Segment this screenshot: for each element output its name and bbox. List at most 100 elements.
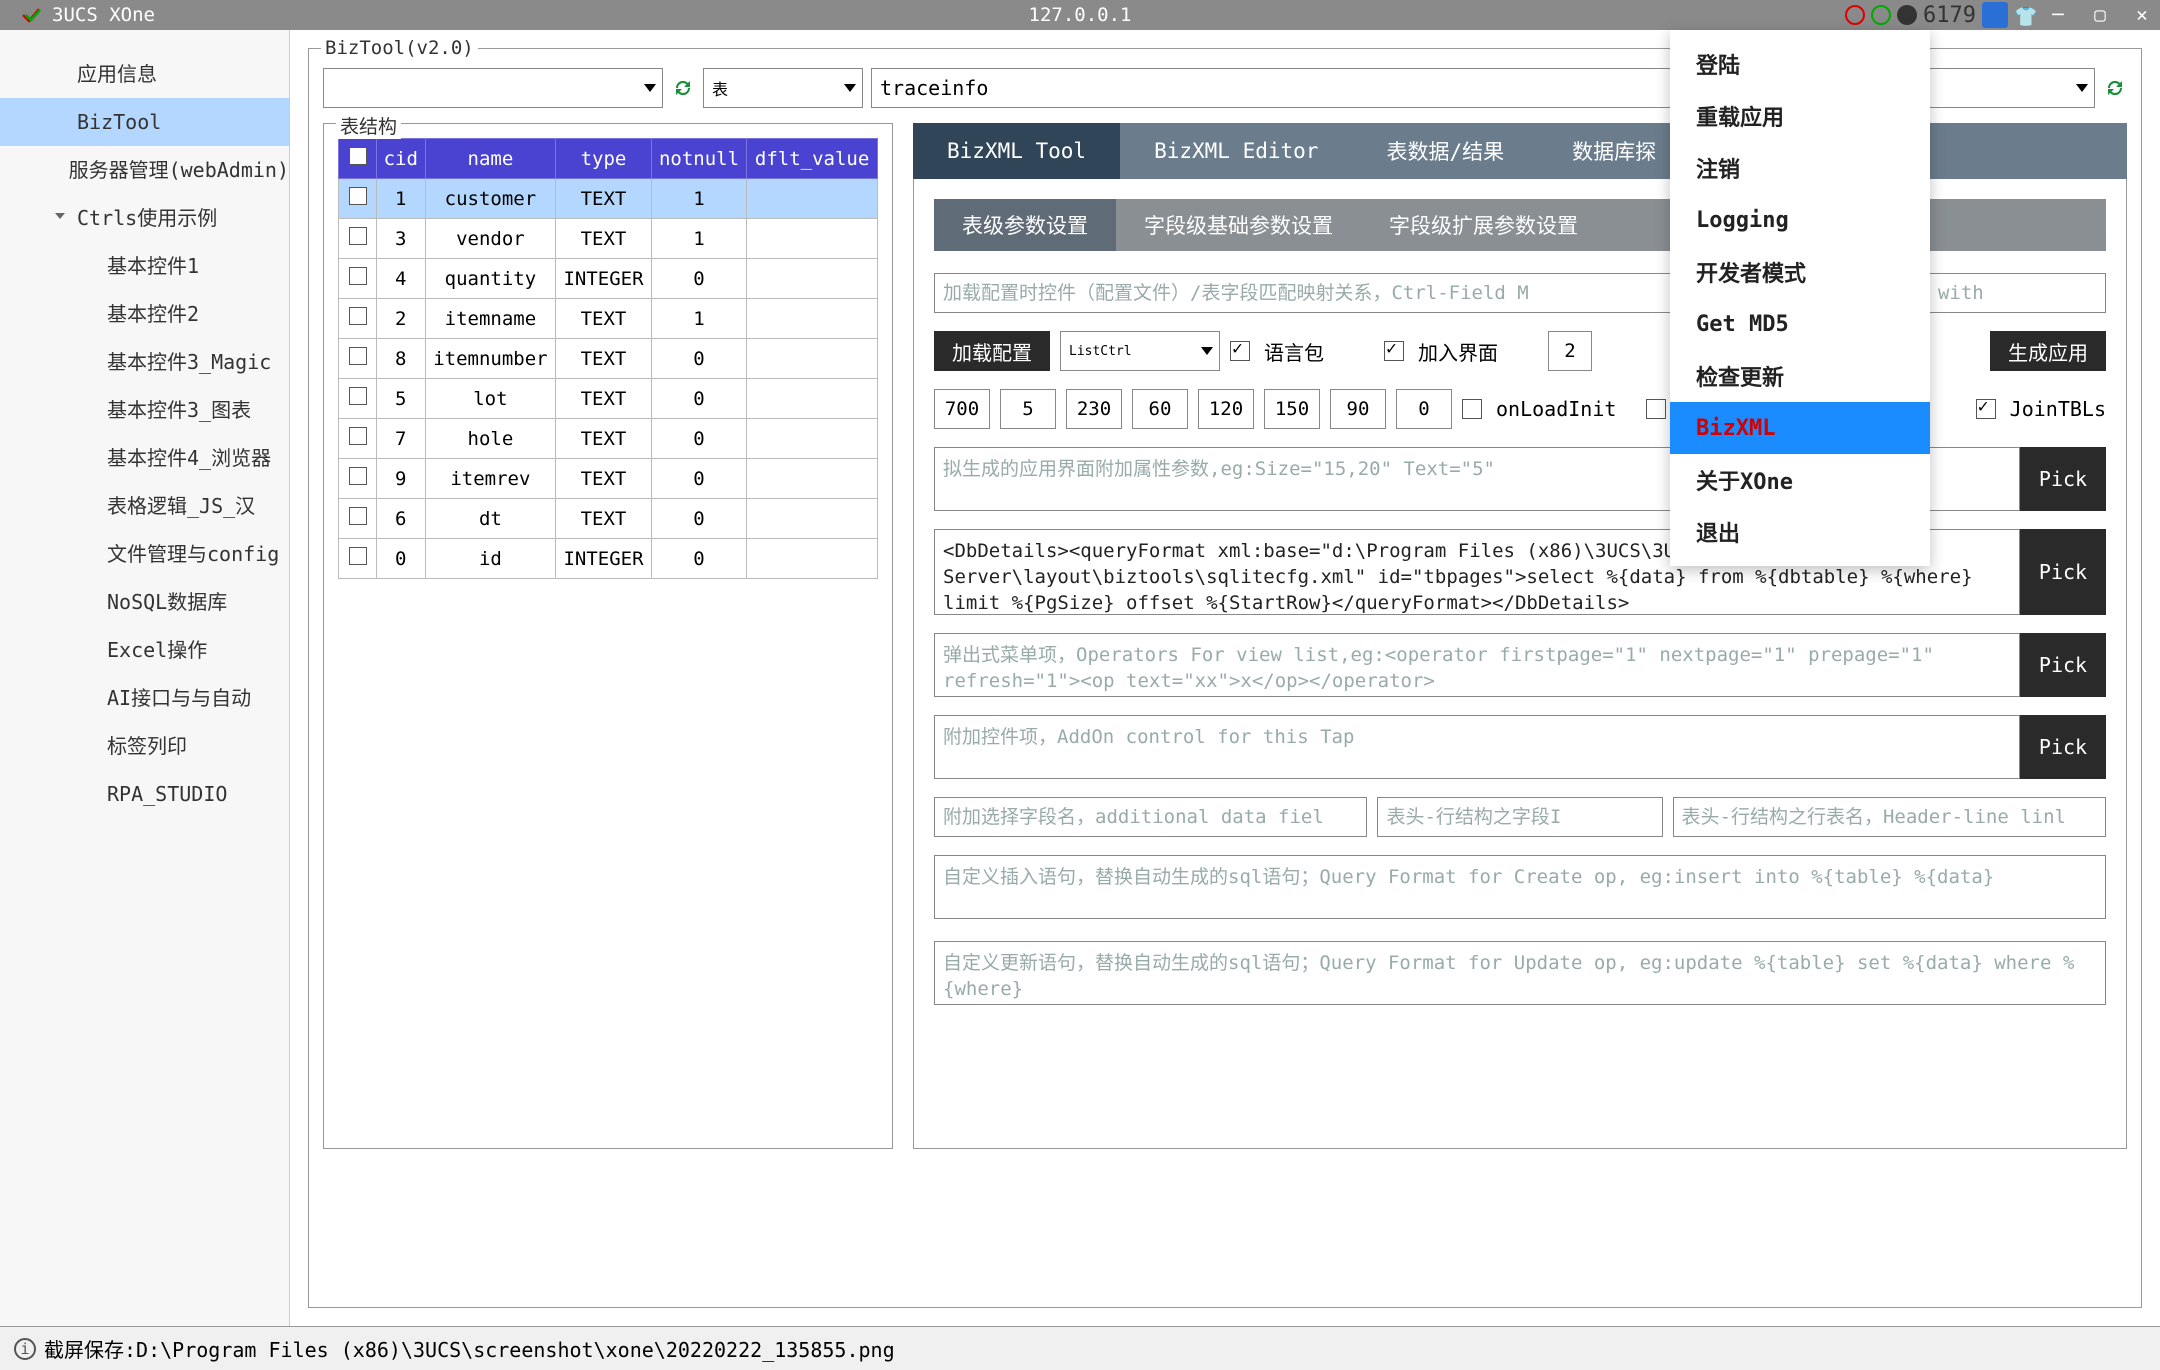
col-type[interactable]: type: [556, 139, 652, 179]
addon-input[interactable]: [934, 715, 2020, 779]
row-checkbox[interactable]: [349, 427, 367, 445]
columns-grid[interactable]: cidnametypenotnulldflt_value1customerTEX…: [338, 138, 878, 579]
tab-1[interactable]: BizXML Editor: [1120, 123, 1352, 179]
popup-menu-input[interactable]: [934, 633, 2020, 697]
table-row[interactable]: 1customerTEXT1: [339, 179, 878, 219]
pick-4-button[interactable]: Pick: [2020, 715, 2106, 779]
num-input-7[interactable]: [1396, 389, 1452, 429]
menu-item-1[interactable]: 重载应用: [1670, 90, 1930, 142]
row-checkbox[interactable]: [349, 547, 367, 565]
row-checkbox[interactable]: [349, 267, 367, 285]
table-row[interactable]: 5lotTEXT0: [339, 379, 878, 419]
sidebar-item-11[interactable]: NoSQL数据库: [0, 578, 289, 626]
row-checkbox[interactable]: [349, 187, 367, 205]
menu-item-4[interactable]: 开发者模式: [1670, 246, 1930, 298]
onload-checkbox[interactable]: [1462, 399, 1482, 419]
refresh-right-icon[interactable]: [2103, 76, 2127, 100]
num-input-2[interactable]: [1066, 389, 1122, 429]
sidebar-item-3[interactable]: Ctrls使用示例: [0, 194, 289, 242]
close-button[interactable]: ✕: [2124, 0, 2160, 30]
row-checkbox[interactable]: [349, 307, 367, 325]
tab-2[interactable]: 表数据/结果: [1352, 123, 1538, 179]
generate-app-button[interactable]: 生成应用: [1990, 331, 2106, 371]
sidebar-item-5[interactable]: 基本控件2: [0, 290, 289, 338]
lo-checkbox[interactable]: [1646, 399, 1666, 419]
status-red-icon[interactable]: [1845, 5, 1865, 25]
num-input-6[interactable]: [1330, 389, 1386, 429]
sidebar-item-6[interactable]: 基本控件3_Magic: [0, 338, 289, 386]
insert-sql-input[interactable]: [934, 855, 2106, 919]
sidebar-item-8[interactable]: 基本控件4_浏览器: [0, 434, 289, 482]
num-input-3[interactable]: [1132, 389, 1188, 429]
minimize-button[interactable]: ─: [2040, 0, 2076, 30]
sidebar-item-14[interactable]: 标签列印: [0, 722, 289, 770]
sidebar-item-9[interactable]: 表格逻辑_JS_汉: [0, 482, 289, 530]
menu-item-3[interactable]: Logging: [1670, 194, 1930, 246]
col-notnull[interactable]: notnull: [651, 139, 747, 179]
addui-checkbox[interactable]: [1384, 341, 1404, 361]
table-label-combo[interactable]: 表: [703, 68, 863, 108]
trace-input[interactable]: traceinfo: [871, 68, 1707, 108]
theme-icon[interactable]: 👕: [2014, 5, 2034, 25]
sidebar-item-0[interactable]: 应用信息: [0, 50, 289, 98]
header-field-input[interactable]: [1377, 797, 1662, 837]
table-row[interactable]: 4quantityINTEGER0: [339, 259, 878, 299]
count-input[interactable]: [1548, 331, 1592, 371]
listctrl-combo[interactable]: ListCtrl: [1060, 331, 1220, 371]
lang-checkbox[interactable]: [1230, 341, 1250, 361]
col-cid[interactable]: cid: [377, 139, 426, 179]
menu-item-0[interactable]: 登陆: [1670, 38, 1930, 90]
row-checkbox[interactable]: [349, 387, 367, 405]
menu-item-8[interactable]: 关于XOne: [1670, 454, 1930, 506]
subtab-0[interactable]: 表级参数设置: [934, 199, 1116, 251]
update-sql-input[interactable]: [934, 941, 2106, 1005]
load-config-button[interactable]: 加载配置: [934, 331, 1050, 371]
tab-3[interactable]: 数据库探: [1538, 123, 1690, 179]
sidebar-item-1[interactable]: BizTool: [0, 98, 289, 146]
maximize-button[interactable]: ▢: [2082, 0, 2118, 30]
table-row[interactable]: 8itemnumberTEXT0: [339, 339, 878, 379]
num-input-5[interactable]: [1264, 389, 1320, 429]
jointbls-checkbox[interactable]: [1976, 399, 1996, 419]
pick-3-button[interactable]: Pick: [2020, 633, 2106, 697]
num-input-1[interactable]: [1000, 389, 1056, 429]
sidebar-item-12[interactable]: Excel操作: [0, 626, 289, 674]
row-checkbox[interactable]: [349, 467, 367, 485]
menu-item-7[interactable]: BizXML: [1670, 402, 1930, 454]
sidebar-item-2[interactable]: 服务器管理(webAdmin): [0, 146, 289, 194]
subtab-2[interactable]: 字段级扩展参数设置: [1361, 199, 1606, 251]
col-name[interactable]: name: [425, 139, 556, 179]
expander-icon[interactable]: [55, 213, 65, 224]
user-icon[interactable]: [1897, 5, 1917, 25]
subtab-1[interactable]: 字段级基础参数设置: [1116, 199, 1361, 251]
monitor-icon[interactable]: [1982, 2, 2008, 28]
status-green-icon[interactable]: [1871, 5, 1891, 25]
num-input-4[interactable]: [1198, 389, 1254, 429]
num-input-0[interactable]: [934, 389, 990, 429]
table-row[interactable]: 7holeTEXT0: [339, 419, 878, 459]
pick-2-button[interactable]: Pick: [2020, 529, 2106, 615]
menu-item-6[interactable]: 检查更新: [1670, 350, 1930, 402]
col-dflt_value[interactable]: dflt_value: [747, 139, 878, 179]
menu-item-2[interactable]: 注销: [1670, 142, 1930, 194]
table-row[interactable]: 6dtTEXT0: [339, 499, 878, 539]
db-combo[interactable]: [323, 68, 663, 108]
sidebar-item-10[interactable]: 文件管理与config: [0, 530, 289, 578]
refresh-db-icon[interactable]: [671, 76, 695, 100]
table-row[interactable]: 2itemnameTEXT1: [339, 299, 878, 339]
sidebar-item-15[interactable]: RPA_STUDIO: [0, 770, 289, 818]
table-row[interactable]: 9itemrevTEXT0: [339, 459, 878, 499]
header-checkbox[interactable]: [349, 147, 367, 165]
sidebar-item-7[interactable]: 基本控件3_图表: [0, 386, 289, 434]
tab-0[interactable]: BizXML Tool: [913, 123, 1120, 179]
menu-item-9[interactable]: 退出: [1670, 506, 1930, 558]
row-checkbox[interactable]: [349, 507, 367, 525]
table-row[interactable]: 3vendorTEXT1: [339, 219, 878, 259]
menu-item-5[interactable]: Get MD5: [1670, 298, 1930, 350]
row-checkbox[interactable]: [349, 347, 367, 365]
pick-1-button[interactable]: Pick: [2020, 447, 2106, 511]
sidebar-item-13[interactable]: AI接口与与自动: [0, 674, 289, 722]
row-checkbox[interactable]: [349, 227, 367, 245]
sidebar-item-4[interactable]: 基本控件1: [0, 242, 289, 290]
header-table-input[interactable]: [1673, 797, 2106, 837]
